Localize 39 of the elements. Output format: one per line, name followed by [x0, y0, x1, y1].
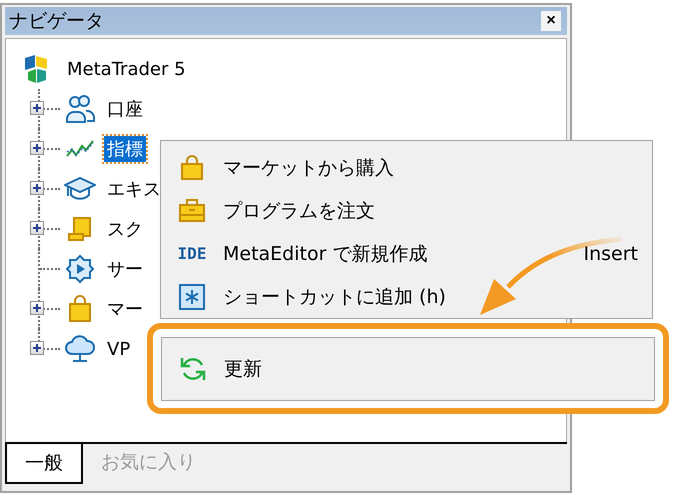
tree-item[interactable]: VP — [104, 338, 134, 360]
scroll-icon — [67, 216, 93, 242]
briefcase-icon — [178, 198, 206, 224]
menu-item-label: マーケットから購入 — [223, 156, 395, 180]
menu-item-label: ショートカットに追加 (h) — [223, 284, 447, 310]
tree-item[interactable]: マー — [104, 296, 146, 322]
menu-item[interactable]: 更新 — [161, 336, 655, 400]
menu-item[interactable]: プログラムを注文 — [161, 189, 652, 232]
logo-icon — [22, 54, 50, 84]
menu-item-label: MetaEditor で新規作成 — [223, 242, 428, 266]
tab[interactable]: 一般 — [5, 444, 83, 484]
expand-button[interactable] — [30, 221, 44, 235]
menu-item-label: プログラムを注文 — [223, 198, 376, 224]
tree-item[interactable]: MetaTrader 5 — [64, 58, 189, 80]
expand-button[interactable] — [30, 141, 44, 155]
menu-item[interactable]: IDE MetaEditor で新規作成 Insert — [161, 232, 652, 275]
tree-item[interactable]: サー — [104, 256, 146, 282]
menu-item-label: 更新 — [224, 356, 263, 382]
tree-item[interactable]: 口座 — [104, 96, 146, 122]
expand-button[interactable] — [30, 341, 44, 355]
cloud-icon — [64, 334, 96, 364]
shopping-bag-icon — [67, 295, 93, 323]
menu-item[interactable]: ショートカットに追加 (h) — [161, 275, 652, 318]
tree-item[interactable]: スク — [104, 216, 146, 242]
expand-button[interactable] — [30, 301, 44, 315]
shortcut-label: Insert — [584, 242, 638, 264]
tree-item[interactable]: 指標 — [104, 136, 146, 162]
expand-button[interactable] — [30, 181, 44, 195]
users-icon — [64, 94, 96, 124]
graduation-cap-icon — [64, 176, 96, 202]
gear-play-icon — [65, 254, 95, 284]
menu-item[interactable]: マーケットから購入 — [161, 146, 652, 189]
expand-button[interactable] — [30, 101, 44, 115]
asterisk-icon — [179, 284, 205, 310]
ide-icon: IDE — [178, 244, 206, 263]
tree-item[interactable]: エキス — [104, 176, 164, 202]
shopping-bag-icon — [180, 154, 204, 180]
close-button[interactable]: × — [541, 11, 561, 31]
window-title: ナビゲータ — [9, 9, 104, 34]
